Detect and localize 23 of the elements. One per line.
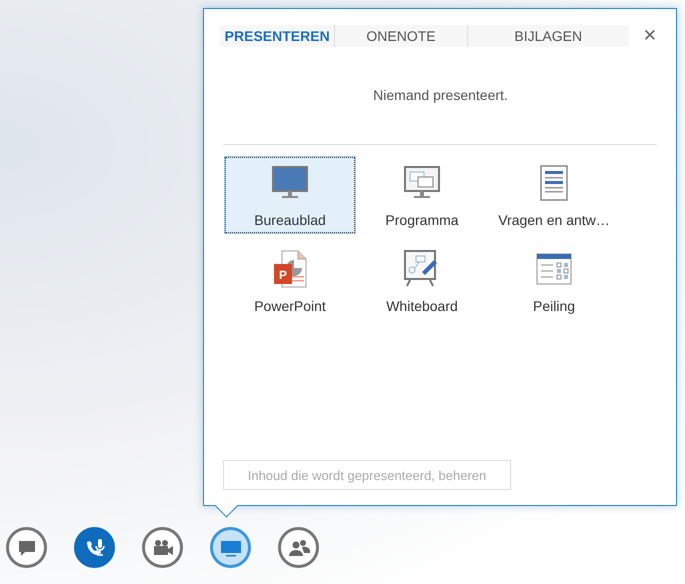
share-option[interactable]: Vragen en antw… — [488, 156, 620, 234]
call-button[interactable] — [74, 527, 115, 568]
whiteboard-icon — [404, 250, 440, 288]
video-button[interactable] — [142, 527, 183, 568]
share-option[interactable]: Whiteboard — [356, 242, 488, 320]
share-option[interactable]: Peiling — [488, 242, 620, 320]
share-option[interactable]: P PowerPoint — [224, 242, 356, 320]
video-camera-icon — [152, 537, 174, 558]
present-button[interactable] — [210, 527, 251, 568]
monitor-icon — [272, 166, 308, 200]
share-option[interactable]: Programma — [356, 156, 488, 234]
tab[interactable]: ONENOTE — [334, 25, 467, 47]
tab[interactable]: PRESENTEREN — [220, 25, 334, 47]
tab[interactable]: BIJLAGEN — [466, 25, 629, 47]
monitor-window-icon — [404, 166, 440, 200]
chat-button[interactable] — [6, 527, 47, 568]
list-form-icon — [536, 253, 572, 285]
close-button[interactable]: ✕ — [638, 26, 662, 46]
share-option[interactable]: Bureaublad — [224, 156, 356, 234]
status-message: Niemand presenteert. — [372, 87, 509, 103]
people-icon — [288, 537, 310, 558]
document-icon — [540, 165, 568, 201]
people-button[interactable] — [278, 527, 319, 568]
